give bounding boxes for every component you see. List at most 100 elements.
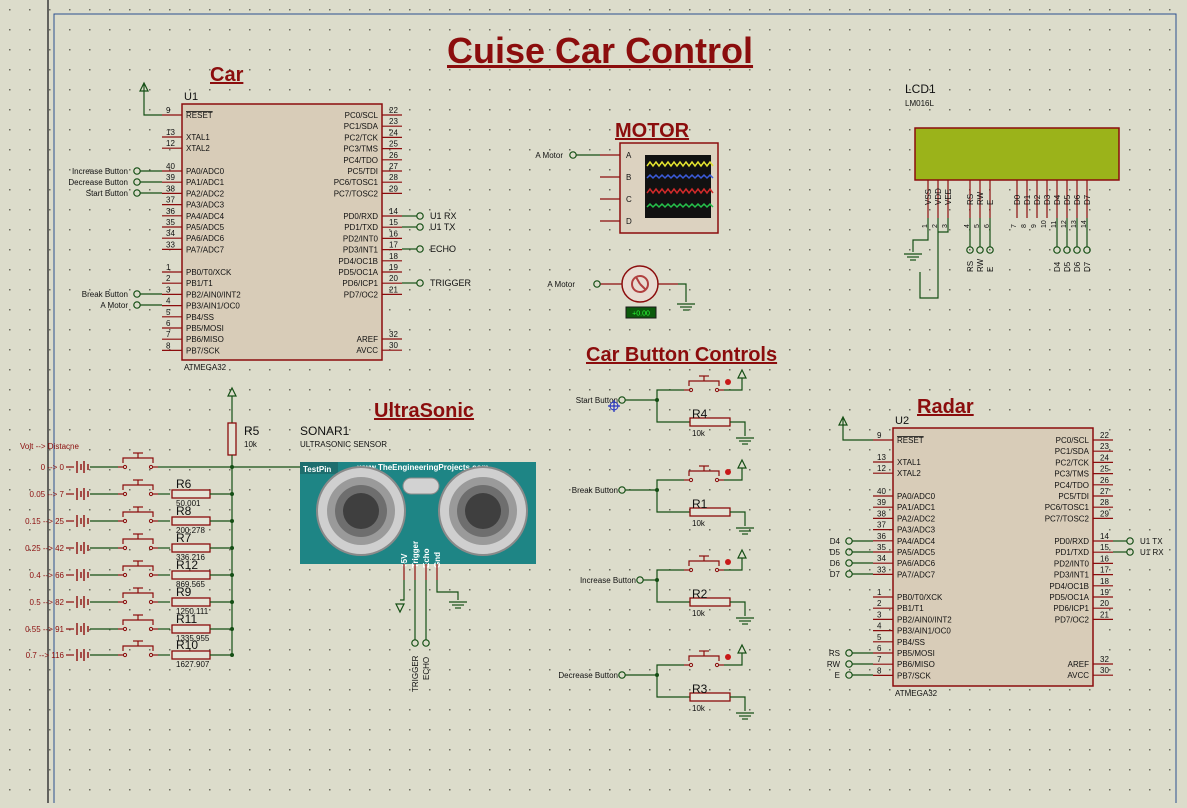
u1-pin-name: PB0/T0/XCK (186, 268, 232, 277)
junction-dot (230, 492, 234, 496)
u2-pin-name: PC7/TOSC2 (1045, 514, 1090, 523)
u2-pin-name: PB1/T1 (897, 604, 924, 613)
schematic-canvas[interactable]: 9RESET13XTAL112XTAL240PA0/ADC039PA1/ADC1… (0, 0, 1187, 808)
scope-channel-label: C (626, 195, 632, 204)
u1-pin-num: 2 (166, 274, 171, 283)
u1-pin-num: 12 (166, 139, 175, 148)
resistor-r5[interactable] (227, 422, 237, 456)
lcd-terminal-label: D5 (1063, 261, 1072, 272)
u1-pin-num: 22 (389, 106, 398, 115)
u2-pin-num: 32 (1100, 655, 1109, 664)
resistor-r9[interactable] (171, 597, 211, 607)
u1-pin-num: 39 (166, 173, 175, 182)
lcd-pin-name: VSS (924, 189, 933, 205)
lcd-pin-num: 8 (1021, 224, 1028, 228)
junction-dot (230, 600, 234, 604)
u2-pin-name: PD7/OC2 (1055, 615, 1090, 624)
resistor-ref: R12 (176, 558, 198, 572)
sonar-pin-label: Trigger (411, 541, 420, 568)
u1-part-name: ATMEGA32 (184, 363, 227, 372)
terminal-label: Increase Button (580, 576, 636, 585)
u2-pin-num: 24 (1100, 453, 1109, 462)
ladder-entry-label: 0 --> 0 (41, 463, 65, 472)
terminal-label: Start Button (86, 189, 128, 198)
terminal-label: Start Button (576, 396, 618, 405)
u1-pin-name: PC6/TOSC1 (334, 178, 379, 187)
resistor-ref: R9 (176, 585, 192, 599)
u1-pin-num: 36 (166, 207, 175, 216)
u1-pin-num: 35 (166, 218, 175, 227)
ladder-entry-label: 0.4 --> 66 (30, 571, 65, 580)
resistor-ref: R3 (692, 682, 708, 696)
button-indicator (725, 559, 731, 565)
ladder-entry-label: 0.5 --> 82 (30, 598, 65, 607)
u1-pin-name: PA3/ADC3 (186, 201, 225, 210)
junction-dot (230, 627, 234, 631)
u1-pin-name: PD2/INT0 (343, 234, 379, 243)
u2-pin-num: 5 (877, 633, 882, 642)
u1-pin-name: PA1/ADC1 (186, 178, 225, 187)
resistor-value: 1627.907 (176, 660, 210, 669)
u2-pin-name: PD4/OC1B (1049, 582, 1089, 591)
u1-pin-name: RESET (186, 111, 213, 120)
u1-pin-name: PA4/ADC4 (186, 212, 225, 221)
lcd-pin-name: E (986, 200, 995, 205)
resistor-r8[interactable] (171, 516, 211, 526)
lcd-pin-name: RS (966, 194, 975, 205)
u2-pin-num: 29 (1100, 509, 1109, 518)
u2-pin-num: 13 (877, 453, 886, 462)
u1-pin-name: PD5/OC1A (338, 268, 378, 277)
resistor-r6[interactable] (171, 489, 211, 499)
section-title-ultrasonic: UltraSonic (374, 400, 475, 422)
u2-pin-num: 26 (1100, 476, 1109, 485)
resistor-ref: R10 (176, 638, 198, 652)
terminal-label: A Motor (535, 151, 563, 160)
u1-pin-num: 13 (166, 128, 175, 137)
terminal-label: Decrease Button (68, 178, 128, 187)
sonar-part: ULTRASONIC SENSOR (300, 440, 387, 449)
lcd-pin-name: VEE (944, 189, 953, 205)
u2-pin-num: 30 (1100, 666, 1109, 675)
u2-pin-name: PB0/T0/XCK (897, 593, 943, 602)
u2-pin-num: 34 (877, 554, 886, 563)
resistor-r10[interactable] (171, 650, 211, 660)
button-indicator (725, 379, 731, 385)
u2-pin-name: PD2/INT0 (1054, 559, 1090, 568)
u2-pin-num: 28 (1100, 498, 1109, 507)
u1-pin-num: 40 (166, 162, 175, 171)
lcd-pin-name: D1 (1023, 194, 1032, 205)
resistor-ref: R2 (692, 587, 708, 601)
u1-pin-num: 29 (389, 184, 398, 193)
lcd-pin-num: 9 (1031, 224, 1038, 228)
u1-pin-name: XTAL1 (186, 133, 210, 142)
u2-pin-num: 33 (877, 565, 886, 574)
resistor-r7[interactable] (171, 543, 211, 553)
u1-pin-name: PD1/TXD (344, 223, 378, 232)
u2-pin-num: 14 (1100, 532, 1109, 541)
u1-pin-name: PB7/SCK (186, 346, 220, 355)
u2-pin-name: PA5/ADC5 (897, 548, 936, 557)
lcd-screen[interactable] (914, 127, 1120, 181)
u2-pin-num: 16 (1100, 554, 1109, 563)
lcd-part: LM016L (905, 99, 934, 108)
schematic-sheet[interactable]: 9 RESET 13 XTAL1 12 XTAL2 40 PA0/ADC0 39 PA1/ADC1… (0, 0, 1187, 808)
u2-pin-num: 17 (1100, 566, 1109, 575)
sonar-ref: SONAR1 (300, 424, 350, 438)
terminal-label: U1 RX (430, 211, 457, 221)
lcd-terminal-label: RW (976, 258, 985, 272)
u2-pin-name: PC2/TCK (1055, 458, 1089, 467)
resistor-r12[interactable] (171, 570, 211, 580)
u2-pin-num: 4 (877, 622, 882, 631)
u1-pin-num: 33 (166, 240, 175, 249)
scope-channel-label: B (626, 173, 631, 182)
section-title-buttons: Car Button Controls (586, 344, 778, 366)
resistor-r11[interactable] (171, 624, 211, 634)
lcd-pin-name: D7 (1083, 194, 1092, 205)
terminal-label: U1 TX (1140, 537, 1163, 546)
u2-pin-name: PD6/ICP1 (1053, 604, 1089, 613)
lcd-pin-num: 7 (1011, 224, 1018, 228)
u2-pin-name: RESET (897, 436, 924, 445)
resistor-value: 10k (692, 704, 706, 713)
lcd-terminal-label: E (986, 267, 995, 272)
u2-pin-name: PB6/MISO (897, 660, 935, 669)
